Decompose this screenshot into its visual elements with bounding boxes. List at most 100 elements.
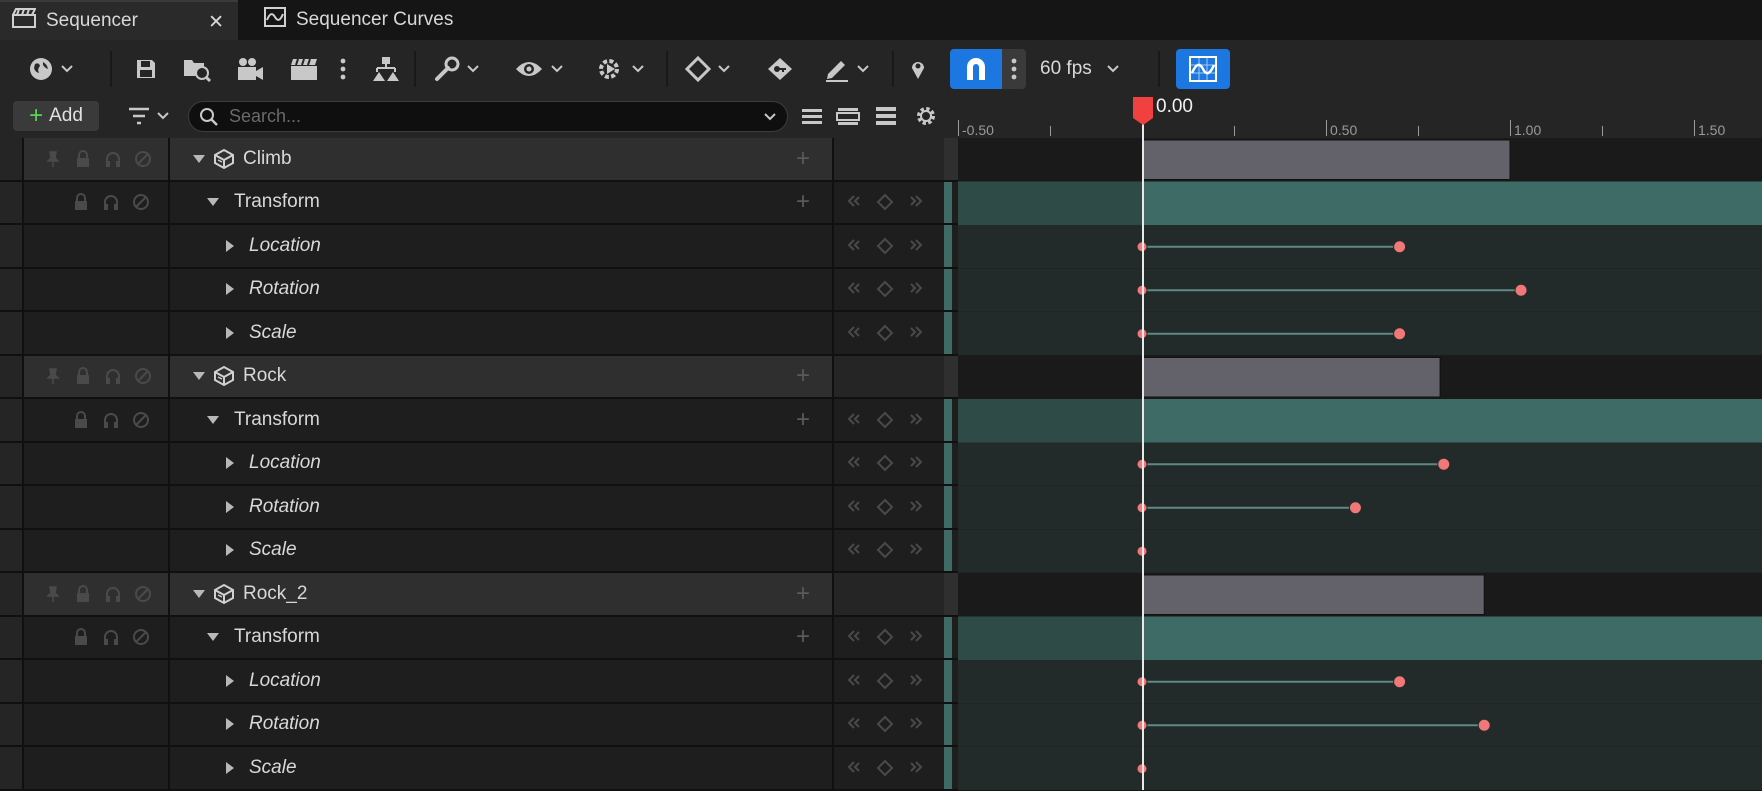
add-key-icon[interactable] — [876, 454, 894, 472]
headphones-icon[interactable] — [102, 193, 120, 211]
keyframe[interactable] — [1477, 718, 1491, 732]
previous-key-icon[interactable] — [846, 193, 864, 211]
close-icon[interactable]: ✕ — [208, 11, 224, 34]
previous-key-icon[interactable] — [846, 541, 864, 559]
previous-key-icon[interactable] — [846, 759, 864, 777]
search-box[interactable] — [188, 101, 788, 132]
channel-row[interactable]: Rotation — [0, 486, 958, 530]
framerate-select[interactable]: 60 fps — [1040, 49, 1138, 89]
transform-track-row[interactable]: Transform + — [0, 616, 958, 660]
channel-row[interactable]: Location — [0, 225, 958, 269]
object-track-row[interactable]: Rock_2 + — [0, 573, 958, 617]
playback-options-button[interactable] — [592, 49, 648, 89]
next-key-icon[interactable] — [906, 324, 924, 342]
channel-row[interactable]: Scale — [0, 312, 958, 356]
keyframe[interactable] — [1393, 675, 1407, 689]
previous-key-icon[interactable] — [846, 672, 864, 690]
world-menu-button[interactable] — [22, 49, 80, 89]
expand-arrow-icon[interactable] — [224, 674, 236, 688]
tab-sequencer-curves[interactable]: Sequencer Curves — [252, 0, 492, 40]
headphones-icon[interactable] — [104, 150, 122, 168]
keyframe[interactable] — [1393, 327, 1407, 341]
previous-key-icon[interactable] — [846, 237, 864, 255]
create-camera-button[interactable] — [288, 49, 320, 89]
add-key-button[interactable]: + — [796, 190, 810, 214]
next-key-icon[interactable] — [906, 498, 924, 516]
next-key-icon[interactable] — [906, 280, 924, 298]
expand-arrow-icon[interactable] — [206, 196, 220, 208]
next-key-icon[interactable] — [906, 628, 924, 646]
add-key-icon[interactable] — [876, 498, 894, 516]
lock-icon[interactable] — [72, 410, 90, 429]
section-bar[interactable] — [1141, 357, 1441, 398]
lock-icon[interactable] — [74, 367, 92, 385]
transform-track-row[interactable]: Transform + — [0, 181, 958, 225]
next-key-icon[interactable] — [906, 237, 924, 255]
previous-key-icon[interactable] — [846, 280, 864, 298]
add-key-icon[interactable] — [876, 628, 894, 646]
tab-sequencer[interactable]: Sequencer ✕ — [0, 0, 238, 40]
lock-icon[interactable] — [74, 149, 92, 168]
next-key-icon[interactable] — [906, 715, 924, 733]
lock-icon[interactable] — [72, 193, 90, 211]
keyframe[interactable] — [1514, 283, 1528, 297]
settings-button[interactable] — [912, 101, 940, 131]
expand-arrow-icon[interactable] — [224, 326, 236, 340]
channel-row[interactable]: Scale — [0, 529, 958, 573]
add-key-icon[interactable] — [876, 759, 894, 777]
next-key-icon[interactable] — [906, 193, 924, 211]
previous-key-icon[interactable] — [846, 454, 864, 472]
keyframe[interactable] — [1437, 457, 1451, 471]
row-density-button[interactable] — [872, 101, 900, 131]
pin-icon[interactable] — [44, 367, 62, 385]
expand-arrow-icon[interactable] — [224, 456, 236, 470]
previous-key-icon[interactable] — [846, 715, 864, 733]
search-input[interactable] — [227, 105, 751, 128]
render-movie-button[interactable] — [234, 49, 266, 89]
marker-button[interactable] — [906, 49, 930, 89]
previous-key-icon[interactable] — [846, 628, 864, 646]
lock-icon[interactable] — [74, 584, 92, 603]
add-key-icon[interactable] — [876, 193, 894, 211]
add-subtrack-button[interactable]: + — [796, 146, 810, 171]
next-key-icon[interactable] — [906, 672, 924, 690]
mute-icon[interactable] — [134, 585, 152, 603]
mute-icon[interactable] — [132, 628, 150, 646]
add-subtrack-button[interactable]: + — [796, 581, 810, 606]
more-options-button[interactable] — [336, 49, 350, 89]
add-track-button[interactable]: + Add — [13, 101, 99, 131]
headphones-icon[interactable] — [102, 628, 120, 646]
previous-key-icon[interactable] — [846, 324, 864, 342]
keyframe[interactable] — [1348, 501, 1362, 515]
add-key-icon[interactable] — [876, 672, 894, 690]
channel-row[interactable]: Location — [0, 442, 958, 486]
snap-toggle-button[interactable] — [950, 49, 1002, 89]
expand-arrow-icon[interactable] — [224, 761, 236, 775]
add-subtrack-button[interactable]: + — [796, 364, 810, 388]
next-key-icon[interactable] — [906, 541, 924, 559]
hierarchy-button[interactable] — [370, 49, 402, 89]
channel-row[interactable]: Rotation — [0, 268, 958, 312]
channel-row[interactable]: Location — [0, 660, 958, 704]
channel-row[interactable]: Rotation — [0, 703, 958, 747]
playhead-handle[interactable] — [1132, 96, 1154, 126]
add-key-icon[interactable] — [876, 280, 894, 298]
filter-button[interactable] — [124, 101, 174, 131]
transform-track-row[interactable]: Transform + — [0, 399, 958, 443]
add-key-button[interactable]: + — [796, 407, 810, 432]
previous-key-icon[interactable] — [846, 411, 864, 429]
mute-icon[interactable] — [132, 193, 150, 211]
find-in-content-button[interactable] — [180, 49, 214, 89]
add-key-icon[interactable] — [876, 324, 894, 342]
key-interpolation-button[interactable] — [682, 49, 734, 89]
expand-all-button[interactable] — [834, 101, 862, 131]
headphones-icon[interactable] — [102, 411, 120, 429]
expand-arrow-icon[interactable] — [192, 588, 206, 600]
add-key-icon[interactable] — [876, 411, 894, 429]
expand-arrow-icon[interactable] — [224, 543, 236, 557]
headphones-icon[interactable] — [104, 585, 122, 603]
curve-editor-button[interactable] — [1176, 49, 1230, 89]
expand-arrow-icon[interactable] — [192, 370, 206, 382]
expand-arrow-icon[interactable] — [224, 500, 236, 514]
next-key-icon[interactable] — [906, 759, 924, 777]
